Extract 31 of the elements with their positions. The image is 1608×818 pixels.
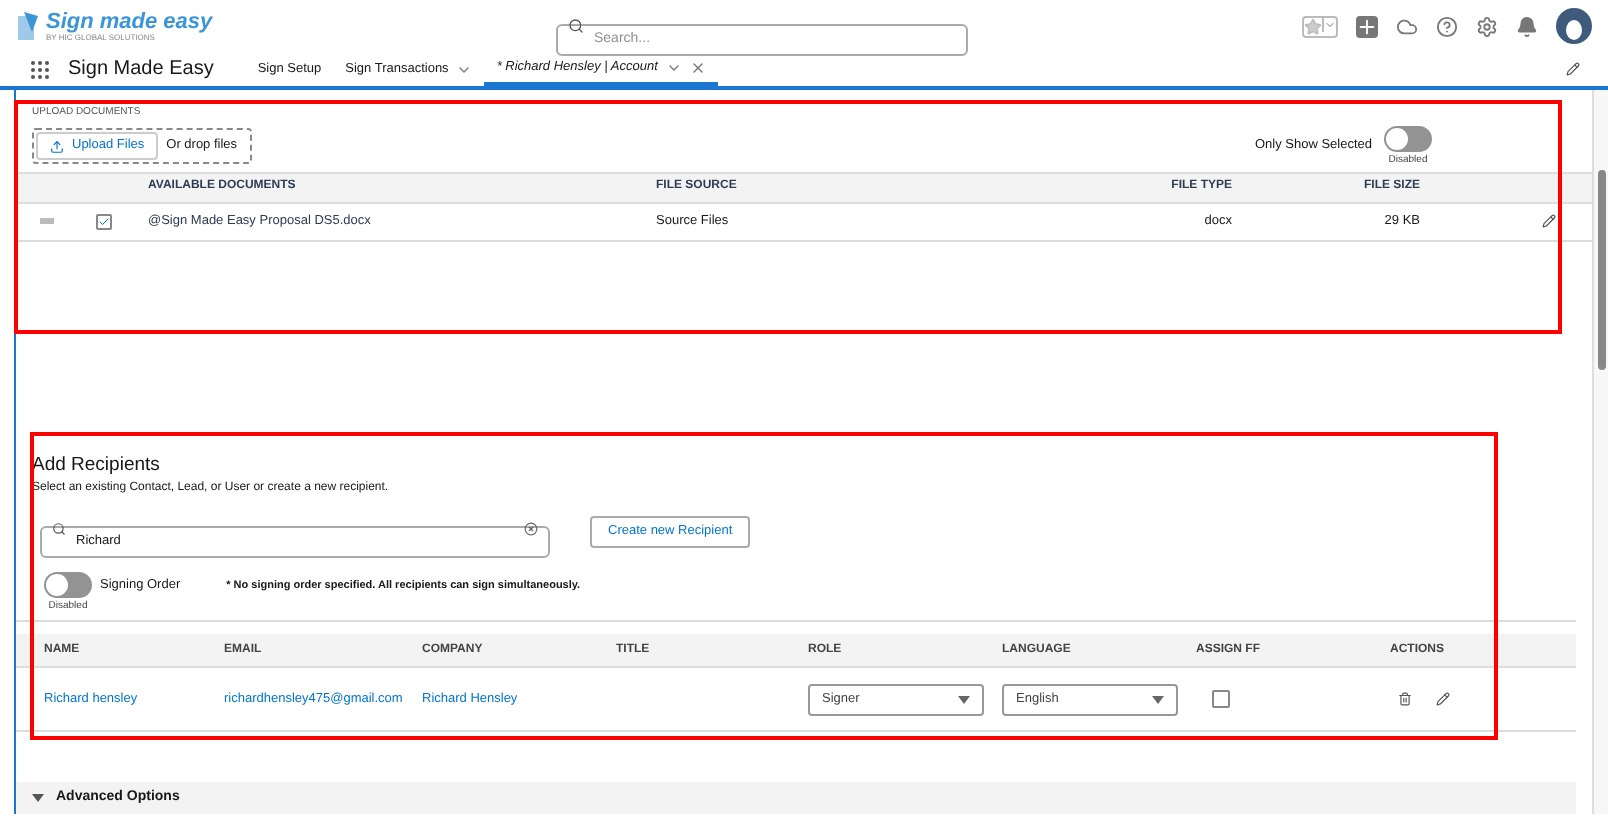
help-icon[interactable]	[1436, 15, 1458, 37]
settings-icon[interactable]	[1476, 15, 1498, 37]
search-icon	[52, 521, 66, 535]
cloud-icon[interactable]	[1396, 15, 1418, 37]
scrollbar[interactable]	[1592, 90, 1608, 814]
dropdown-caret-icon	[958, 695, 970, 703]
search-icon	[568, 18, 584, 34]
toggle-switch[interactable]	[44, 572, 92, 598]
dropdown-caret-icon	[1152, 695, 1164, 703]
star-icon	[1304, 17, 1322, 35]
edit-icon[interactable]	[1542, 214, 1556, 229]
edit-icon[interactable]	[1566, 62, 1580, 76]
logo-icon	[16, 10, 40, 42]
caret-icon	[1322, 17, 1336, 31]
avatar-icon[interactable]	[1556, 8, 1592, 44]
upload-icon	[50, 139, 64, 153]
clear-icon[interactable]	[524, 521, 538, 535]
row-checkbox[interactable]	[96, 213, 112, 230]
add-icon[interactable]	[1356, 15, 1378, 37]
toggle-switch[interactable]	[1384, 125, 1432, 151]
app-launcher-icon[interactable]	[28, 57, 52, 81]
edit-icon[interactable]	[1436, 692, 1450, 706]
triangle-icon	[32, 794, 44, 802]
close-icon[interactable]	[689, 59, 706, 75]
logo-title: Sign made easy	[46, 11, 213, 33]
section-title: Add Recipients	[32, 451, 162, 480]
bell-icon[interactable]	[1516, 15, 1538, 37]
drag-handle[interactable]	[40, 218, 54, 225]
assign-ff-checkbox[interactable]	[1212, 690, 1230, 708]
app-name: Sign Made Easy	[68, 56, 214, 84]
delete-icon[interactable]	[1398, 692, 1412, 706]
